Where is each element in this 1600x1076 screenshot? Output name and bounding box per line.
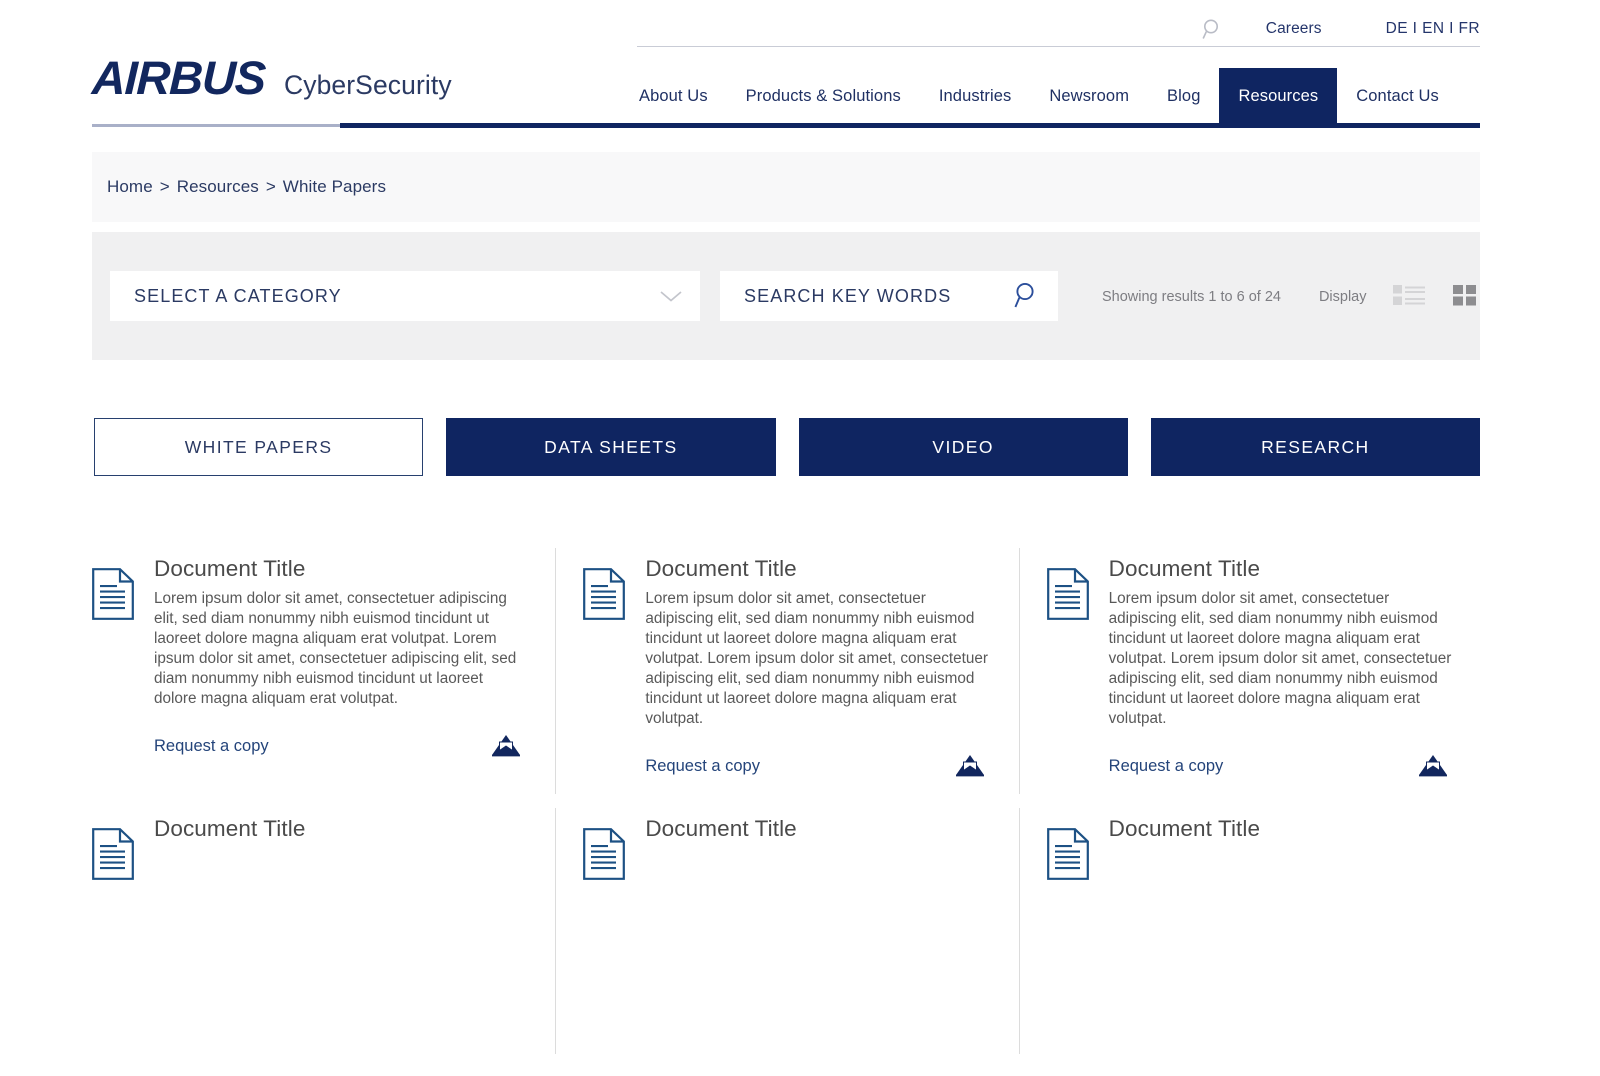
grid-view-button[interactable] (1452, 284, 1477, 309)
document-icon (583, 828, 626, 1076)
logo-wordmark: AIRBUS (91, 51, 266, 104)
tab-white-papers[interactable]: WHITE PAPERS (94, 418, 424, 476)
main-navigation: About Us Products & Solutions Industries… (620, 68, 1458, 124)
language-switcher[interactable]: DE I EN I FR (1386, 20, 1480, 38)
request-a-copy-link[interactable]: Request a copy (1109, 757, 1224, 776)
card-footer: Request a copy (1109, 753, 1452, 780)
tab-video[interactable]: VIDEO (798, 418, 1128, 476)
list-view-icon (1392, 284, 1425, 309)
nav-item-newsroom[interactable]: Newsroom (1030, 68, 1148, 124)
filter-bar: SELECT A CATEGORY Showing results 1 to 6… (92, 232, 1480, 360)
document-icon (92, 828, 134, 1076)
category-select[interactable]: SELECT A CATEGORY (110, 271, 700, 321)
document-icon (583, 568, 626, 816)
card-title: Document Title (645, 816, 797, 841)
card-footer: Request a copy (154, 733, 525, 760)
card-footer: Request a copy (645, 753, 988, 780)
list-view-button[interactable] (1392, 284, 1425, 309)
display-label: Display (1318, 288, 1367, 305)
document-icon (1046, 568, 1089, 816)
document-card[interactable]: Document Title Lorem ipsum dolor sit ame… (92, 556, 555, 816)
card-title: Document Title (1108, 816, 1261, 841)
envelope-icon (955, 753, 985, 780)
search-icon (1012, 280, 1040, 313)
card-title: Document Title (154, 816, 306, 841)
card-body: Document Title Lorem ipsum dolor sit ame… (1109, 556, 1452, 816)
email-request-button[interactable] (491, 733, 521, 760)
nav-item-contact-us[interactable]: Contact Us (1337, 68, 1458, 124)
tab-data-sheets[interactable]: DATA SHEETS (446, 418, 776, 476)
results-summary-area: Showing results 1 to 6 of 24 Display (1102, 284, 1477, 309)
search-input[interactable] (744, 285, 994, 307)
card-title: Document Title (1108, 556, 1261, 581)
document-grid: Document Title Lorem ipsum dolor sit ame… (92, 548, 1482, 1054)
search-field-wrapper[interactable] (720, 271, 1058, 321)
document-card[interactable]: Document Title (555, 808, 1018, 1076)
category-select-value: SELECT A CATEGORY (134, 285, 342, 306)
card-body: Document Title (645, 816, 988, 1076)
card-description: Lorem ipsum dolor sit amet, consectetuer… (154, 590, 517, 707)
utility-divider (637, 46, 1480, 47)
document-card[interactable]: Document Title Lorem ipsum dolor sit ame… (1018, 548, 1482, 816)
logo-division: CyberSecurity (283, 70, 452, 100)
airbus-logo[interactable]: AIRBUS CyberSecurity (91, 50, 452, 105)
search-icon[interactable] (1200, 16, 1226, 42)
nav-item-resources[interactable]: Resources (1219, 68, 1338, 124)
nav-item-industries[interactable]: Industries (920, 68, 1031, 124)
card-body: Document Title Lorem ipsum dolor sit ame… (154, 556, 525, 816)
document-card[interactable]: Document Title (92, 816, 555, 1076)
tab-research[interactable]: RESEARCH (1150, 418, 1480, 476)
breadcrumb-separator: > (159, 177, 170, 196)
request-a-copy-link[interactable]: Request a copy (154, 737, 269, 756)
envelope-icon (1418, 753, 1448, 780)
category-tabs: WHITE PAPERS DATA SHEETS VIDEO RESEARCH (94, 418, 1480, 476)
breadcrumb-separator: > (265, 177, 276, 196)
results-count-text: Showing results 1 to 6 of 24 (1102, 288, 1281, 305)
utility-bar: Careers DE I EN I FR (637, 12, 1480, 46)
site-header: Careers DE I EN I FR AIRBUS CyberSecurit… (0, 0, 1600, 134)
chevron-down-icon (659, 289, 683, 303)
nav-item-products-solutions[interactable]: Products & Solutions (727, 68, 920, 124)
search-submit-button[interactable] (1012, 280, 1040, 313)
nav-item-about-us[interactable]: About Us (620, 68, 727, 124)
breadcrumb-item-white-papers: White Papers (282, 177, 387, 196)
request-a-copy-link[interactable]: Request a copy (645, 757, 760, 776)
card-title: Document Title (645, 556, 797, 581)
card-body: Document Title (154, 816, 525, 1076)
card-description: Lorem ipsum dolor sit amet, consectetuer… (645, 590, 988, 727)
card-body: Document Title (1109, 816, 1452, 1076)
card-title: Document Title (154, 556, 306, 581)
breadcrumb-item-resources[interactable]: Resources (177, 177, 259, 197)
header-rule-right (340, 123, 1480, 128)
careers-link[interactable]: Careers (1266, 20, 1322, 38)
document-card[interactable]: Document Title (1018, 808, 1482, 1076)
card-body: Document Title Lorem ipsum dolor sit ame… (645, 556, 988, 816)
email-request-button[interactable] (1418, 753, 1448, 780)
card-description: Lorem ipsum dolor sit amet, consectetuer… (1108, 590, 1452, 727)
grid-view-icon (1452, 284, 1477, 309)
nav-item-blog[interactable]: Blog (1148, 68, 1219, 124)
envelope-icon (491, 733, 521, 760)
document-icon (1046, 828, 1089, 1076)
document-icon (92, 568, 134, 816)
document-card[interactable]: Document Title Lorem ipsum dolor sit ame… (555, 548, 1018, 816)
breadcrumb: Home > Resources > White Papers (92, 152, 1480, 222)
breadcrumb-item-home[interactable]: Home (107, 177, 153, 197)
email-request-button[interactable] (955, 753, 985, 780)
header-rule-left (92, 124, 340, 127)
